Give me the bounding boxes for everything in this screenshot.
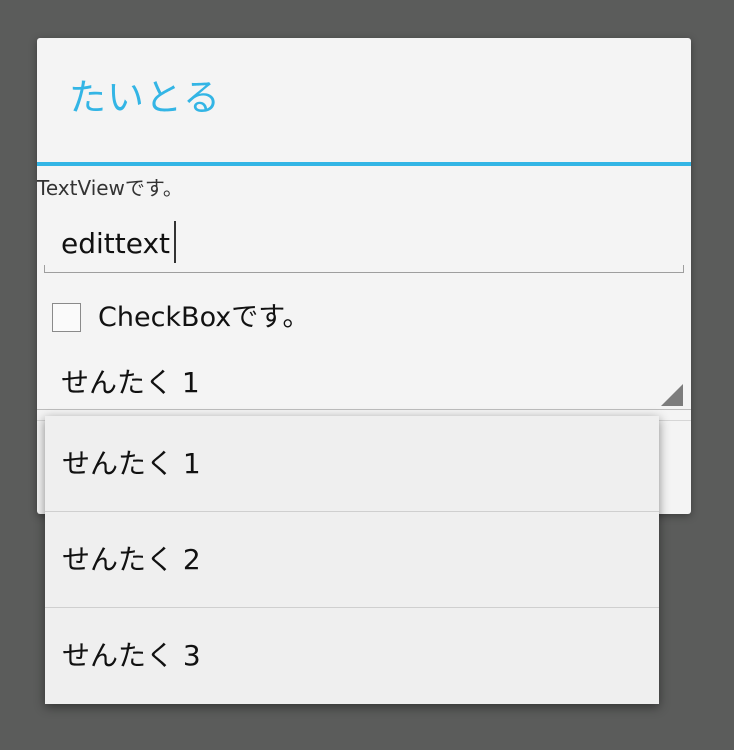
- dropdown-item-label: せんたく 1: [62, 447, 201, 480]
- edittext-underline-right-tick: [683, 265, 684, 273]
- spinner-dropdown: せんたく 1 せんたく 2 せんたく 3: [45, 416, 659, 704]
- text-cursor: [174, 221, 176, 263]
- edittext-underline: [44, 272, 684, 273]
- dropdown-item-2[interactable]: せんたく 2: [45, 512, 659, 608]
- dropdown-item-3[interactable]: せんたく 3: [45, 608, 659, 704]
- edittext-input[interactable]: edittext: [61, 226, 170, 262]
- spinner-arrow-icon[interactable]: [661, 384, 683, 406]
- title-divider: [37, 162, 691, 166]
- checkbox[interactable]: [52, 303, 81, 332]
- dropdown-item-1[interactable]: せんたく 1: [45, 416, 659, 512]
- edittext-underline-left-tick: [44, 265, 45, 273]
- spinner-selected-value[interactable]: せんたく 1: [61, 365, 200, 401]
- dialog-title: たいとる: [69, 76, 221, 119]
- dropdown-item-label: せんたく 2: [62, 543, 201, 576]
- dropdown-item-label: せんたく 3: [62, 639, 201, 672]
- spinner-underline: [37, 409, 691, 410]
- textview-label: TextViewです。: [37, 176, 183, 200]
- checkbox-label[interactable]: CheckBoxです。: [98, 301, 310, 335]
